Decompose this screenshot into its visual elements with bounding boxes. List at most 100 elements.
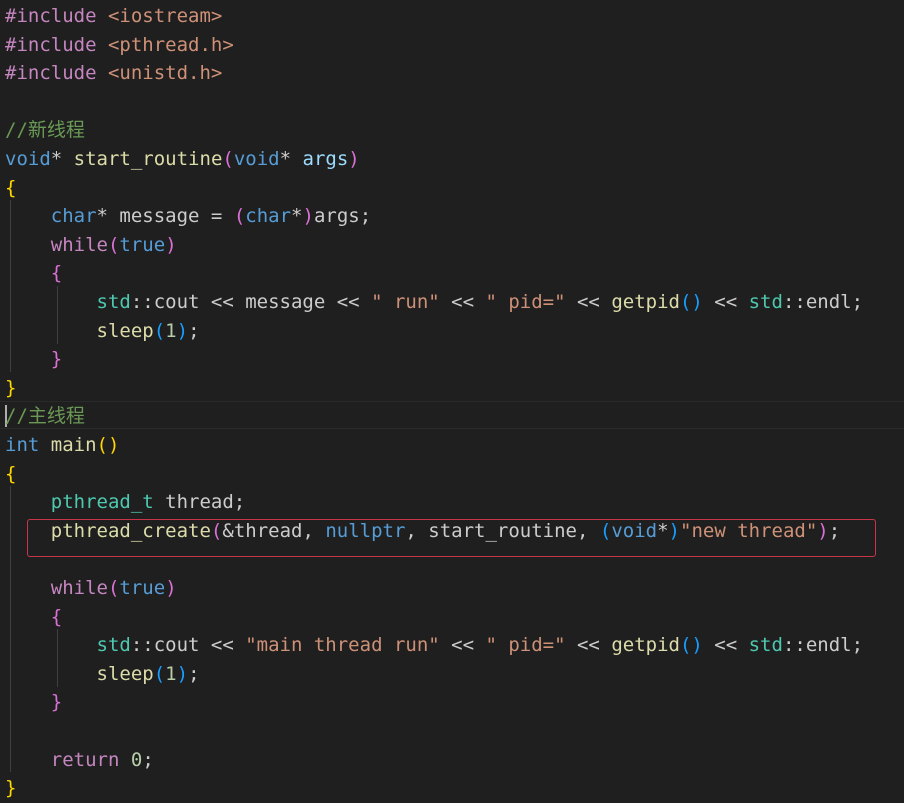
code-token: //新线程 <box>5 119 85 142</box>
code-token: << <box>565 634 612 657</box>
code-line[interactable]: std::cout << "main thread run" << " pid=… <box>5 631 864 660</box>
code-token: ) <box>176 662 189 685</box>
code-token: #include <box>5 33 97 56</box>
code-token: #include <box>5 5 97 27</box>
code-editor[interactable]: #include <iostream> #include <pthread.h> #… <box>0 0 904 799</box>
code-line[interactable]: { <box>5 174 16 203</box>
code-token: &thread, <box>222 519 326 542</box>
code-token: start_routine <box>73 148 223 170</box>
code-token: std <box>96 634 131 657</box>
code-token: () <box>679 291 703 313</box>
code-token: { <box>50 262 63 285</box>
code-token: ) <box>668 519 680 542</box>
code-token: ) <box>165 577 177 599</box>
code-line[interactable]: void* start_routine(void* args) <box>5 145 360 174</box>
code-token: << <box>702 634 749 657</box>
code-token: () <box>96 434 120 456</box>
code-token: #include <box>5 62 97 85</box>
code-line[interactable]: { <box>5 460 16 489</box>
code-token: () <box>679 634 703 657</box>
code-line[interactable]: { <box>5 603 62 632</box>
code-token: //主线程 <box>5 405 85 428</box>
code-token: ) <box>348 148 360 170</box>
code-token: ; <box>188 319 200 342</box>
code-line[interactable]: sleep(1); <box>5 317 200 346</box>
code-token: "main thread run" <box>245 634 440 657</box>
code-token: * <box>50 148 63 170</box>
code-line[interactable]: } <box>5 374 16 403</box>
code-token: 0 <box>130 748 143 771</box>
code-token: void <box>5 148 51 170</box>
code-token: ::endl; <box>782 291 864 313</box>
code-line[interactable]: } <box>5 345 62 374</box>
code-line[interactable]: #include <unistd.h> <box>5 59 222 88</box>
code-line[interactable]: char* message = (char*)args; <box>5 202 371 231</box>
code-line[interactable]: } <box>5 688 62 717</box>
code-token: std <box>96 291 131 313</box>
code-token: args; <box>313 205 372 228</box>
code-token: ; <box>828 519 841 542</box>
code-token: true <box>119 577 166 599</box>
code-token: } <box>5 777 17 800</box>
code-line[interactable]: while(true) <box>5 574 177 603</box>
code-token: ; <box>142 748 154 771</box>
code-token: " pid=" <box>485 291 566 313</box>
code-line[interactable]: while(true) <box>5 231 177 260</box>
code-line[interactable]: pthread_create(&thread, nullptr, start_r… <box>5 517 840 546</box>
code-token: * <box>291 205 303 228</box>
code-token: << <box>702 291 749 313</box>
code-token: 1 <box>165 662 177 685</box>
code-line[interactable]: int main() <box>5 431 119 460</box>
code-token: void <box>233 148 280 170</box>
code-line[interactable]: sleep(1); <box>5 660 200 689</box>
code-token: while <box>50 233 108 256</box>
code-token: getpid <box>611 634 680 657</box>
code-token: std <box>748 634 783 657</box>
code-line[interactable]: //新线程 <box>5 116 85 145</box>
code-token: char <box>245 205 292 228</box>
code-token: <unistd.h> <box>107 62 223 85</box>
code-line[interactable]: #include <iostream> <box>5 2 222 31</box>
code-token: int <box>5 434 40 456</box>
code-token: } <box>50 691 63 714</box>
code-token: { <box>50 605 63 628</box>
code-token: * <box>279 148 292 170</box>
code-token: nullptr <box>325 519 406 542</box>
code-token: ( <box>233 205 246 228</box>
code-token: pthread_create <box>50 519 211 542</box>
code-line[interactable]: //主线程 <box>5 402 85 431</box>
code-token: , start_routine, <box>405 519 600 542</box>
code-token: return <box>50 748 120 771</box>
code-token: ( <box>210 519 223 542</box>
code-token: pthread_t <box>50 491 154 514</box>
code-line[interactable]: { <box>5 259 62 288</box>
code-line[interactable]: #include <pthread.h> <box>5 31 234 60</box>
code-token: " pid=" <box>485 634 566 657</box>
code-line[interactable]: } <box>5 774 16 803</box>
code-token: args <box>302 148 349 170</box>
code-token: ( <box>599 519 612 542</box>
code-token: thread; <box>153 491 246 514</box>
code-token: 1 <box>165 319 177 342</box>
code-line[interactable]: return 0; <box>5 746 154 775</box>
code-token: * message = <box>96 205 234 228</box>
code-token: ( <box>222 148 234 170</box>
code-line[interactable]: std::cout << message << " run" << " pid=… <box>5 288 864 317</box>
code-line[interactable]: pthread_t thread; <box>5 488 245 517</box>
code-token: <iostream> <box>107 5 223 27</box>
code-token: while <box>50 577 108 599</box>
